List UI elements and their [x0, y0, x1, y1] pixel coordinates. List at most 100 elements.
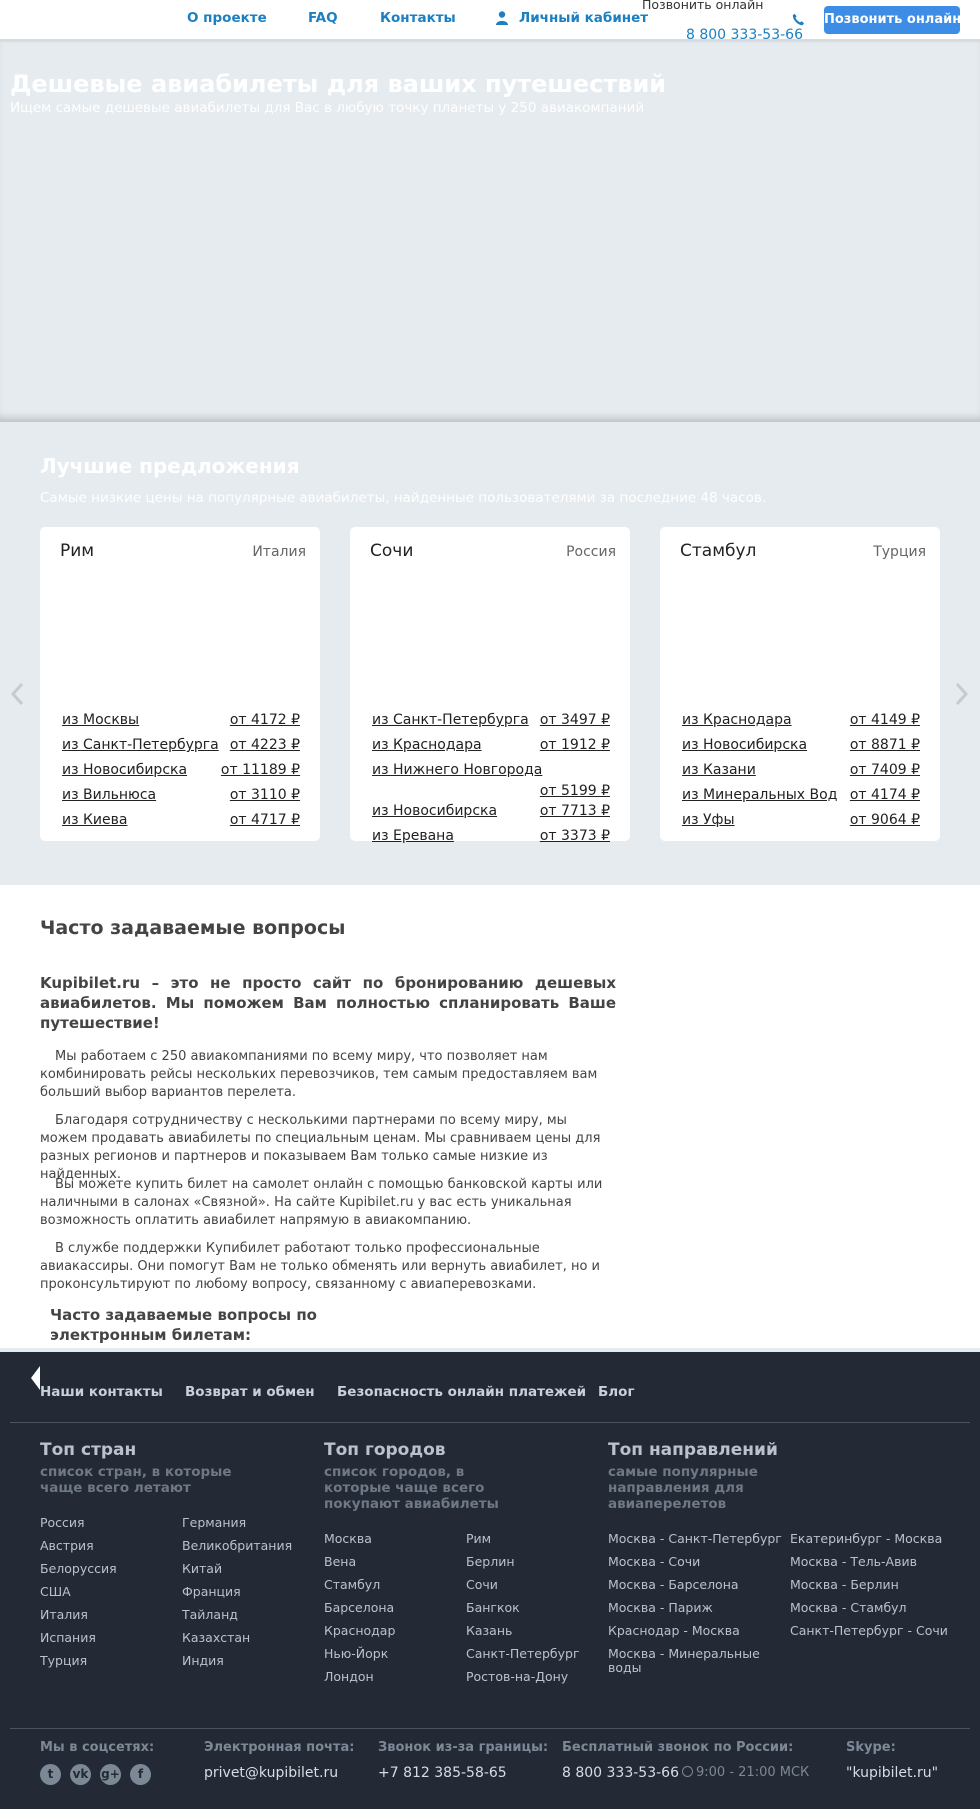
- vk-icon[interactable]: vk: [70, 1764, 91, 1785]
- route-price[interactable]: от 3110 ₽: [230, 787, 300, 803]
- route-from[interactable]: из Минеральных Вод: [682, 787, 837, 803]
- country-link[interactable]: Италия: [40, 1608, 88, 1622]
- country-link[interactable]: Белоруссия: [40, 1562, 117, 1576]
- route-price[interactable]: от 9064 ₽: [850, 812, 920, 828]
- nav-faq-link[interactable]: FAQ: [308, 10, 338, 26]
- direction-link[interactable]: Москва - Сочи: [608, 1555, 700, 1569]
- direction-link[interactable]: Екатеринбург - Москва: [790, 1532, 942, 1546]
- route-price[interactable]: от 3373 ₽: [540, 828, 610, 844]
- route-price[interactable]: от 4149 ₽: [850, 712, 920, 728]
- route-from[interactable]: из Новосибирска: [62, 762, 187, 778]
- country-link[interactable]: Казахстан: [182, 1631, 250, 1645]
- city-link[interactable]: Ростов-на-Дону: [466, 1670, 568, 1684]
- direction-link[interactable]: Москва - Минеральные воды: [608, 1647, 768, 1675]
- city-link[interactable]: Краснодар: [324, 1624, 395, 1638]
- city-link[interactable]: Нью-Йорк: [324, 1647, 388, 1661]
- offer-card-sochi[interactable]: Сочи Россия из Санкт-Петербурга от 3497 …: [350, 527, 630, 844]
- city-link[interactable]: Казань: [466, 1624, 512, 1638]
- footer-link-blog[interactable]: Блог: [598, 1384, 635, 1400]
- country-link[interactable]: Франция: [182, 1585, 241, 1599]
- direction-link[interactable]: Краснодар - Москва: [608, 1624, 740, 1638]
- chevron-left-icon[interactable]: [10, 682, 24, 706]
- direction-link[interactable]: Москва - Тель-Авив: [790, 1555, 917, 1569]
- direction-link[interactable]: Москва - Париж: [608, 1601, 713, 1615]
- route-from[interactable]: из Киева: [62, 812, 127, 828]
- nav-contacts-link[interactable]: Контакты: [380, 10, 456, 26]
- route-from[interactable]: из Вильнюса: [62, 787, 156, 803]
- footer-link-security[interactable]: Безопасность онлайн платежей: [337, 1384, 586, 1400]
- route-from[interactable]: из Уфы: [682, 812, 735, 828]
- direction-link[interactable]: Москва - Берлин: [790, 1578, 899, 1592]
- route-price[interactable]: от 4174 ₽: [850, 787, 920, 803]
- card-city: Рим: [60, 541, 95, 561]
- header-phone-number[interactable]: 8 800 333-53-66: [686, 27, 803, 43]
- city-link[interactable]: Лондон: [324, 1670, 374, 1684]
- chevron-right-icon[interactable]: [955, 682, 969, 706]
- city-link[interactable]: Санкт-Петербург: [466, 1647, 580, 1661]
- route-from[interactable]: из Санкт-Петербурга: [62, 737, 219, 753]
- offers-subtitle: Самые низкие цены на популярные авиабиле…: [40, 490, 767, 506]
- city-link[interactable]: Москва: [324, 1532, 372, 1546]
- direction-link[interactable]: Москва - Санкт-Петербург: [608, 1532, 782, 1546]
- city-link[interactable]: Сочи: [466, 1578, 498, 1592]
- offer-card-rome[interactable]: Рим Италия из Москвы от 4172 ₽ из Санкт-…: [40, 527, 320, 841]
- country-link[interactable]: Австрия: [40, 1539, 94, 1553]
- facebook-icon[interactable]: f: [130, 1764, 151, 1785]
- country-link[interactable]: США: [40, 1585, 71, 1599]
- route-price[interactable]: от 8871 ₽: [850, 737, 920, 753]
- route-price[interactable]: от 5199 ₽: [540, 783, 610, 799]
- route-price[interactable]: от 4717 ₽: [230, 812, 300, 828]
- intl-call-label: Звонок из-за границы:: [378, 1740, 549, 1755]
- route-from[interactable]: из Нижнего Новгорода: [372, 762, 542, 778]
- city-link[interactable]: Бангкок: [466, 1601, 520, 1615]
- city-link[interactable]: Стамбул: [324, 1578, 380, 1592]
- route-price[interactable]: от 3497 ₽: [540, 712, 610, 728]
- country-link[interactable]: Индия: [182, 1654, 224, 1668]
- city-link[interactable]: Берлин: [466, 1555, 515, 1569]
- route-price[interactable]: от 4172 ₽: [230, 712, 300, 728]
- country-link[interactable]: Германия: [182, 1516, 246, 1530]
- clock-icon: [682, 1766, 693, 1777]
- country-link[interactable]: Китай: [182, 1562, 222, 1576]
- route-from[interactable]: из Казани: [682, 762, 756, 778]
- call-online-button[interactable]: Позвонить онлайн: [824, 6, 961, 34]
- route-from[interactable]: из Краснодара: [682, 712, 792, 728]
- route-price[interactable]: от 11189 ₽: [221, 762, 300, 778]
- route-from[interactable]: из Москвы: [62, 712, 139, 728]
- free-call-label: Бесплатный звонок по России:: [562, 1740, 794, 1755]
- footer-link-contacts[interactable]: Наши контакты: [40, 1384, 163, 1400]
- city-link[interactable]: Барселона: [324, 1601, 394, 1615]
- country-link[interactable]: Испания: [40, 1631, 96, 1645]
- country-link[interactable]: Россия: [40, 1516, 85, 1530]
- country-link[interactable]: Тайланд: [182, 1608, 238, 1622]
- route-from[interactable]: из Краснодара: [372, 737, 482, 753]
- route-from[interactable]: из Новосибирска: [372, 803, 497, 819]
- email-link[interactable]: privet@kupibilet.ru: [204, 1765, 338, 1781]
- google-plus-icon[interactable]: g+: [100, 1764, 121, 1785]
- direction-link[interactable]: Москва - Стамбул: [790, 1601, 907, 1615]
- city-link[interactable]: Вена: [324, 1555, 356, 1569]
- city-link[interactable]: Рим: [466, 1532, 491, 1546]
- direction-link[interactable]: Санкт-Петербург - Сочи: [790, 1624, 948, 1638]
- country-link[interactable]: Великобритания: [182, 1539, 292, 1553]
- route-price[interactable]: от 7409 ₽: [850, 762, 920, 778]
- skype-value[interactable]: "kupibilet.ru": [846, 1765, 938, 1781]
- route-from[interactable]: из Новосибирска: [682, 737, 807, 753]
- intl-phone[interactable]: +7 812 385-58-65: [378, 1765, 507, 1781]
- country-link[interactable]: Турция: [40, 1654, 87, 1668]
- route-price[interactable]: от 1912 ₽: [540, 737, 610, 753]
- card-country: Италия: [252, 544, 306, 560]
- offer-card-istanbul[interactable]: Стамбул Турция из Краснодара от 4149 ₽ и…: [660, 527, 940, 841]
- footer-link-refund[interactable]: Возврат и обмен: [185, 1384, 315, 1400]
- route-price[interactable]: от 4223 ₽: [230, 737, 300, 753]
- faq-paragraph: Вы можете купить билет на самолет онлайн…: [40, 1177, 603, 1228]
- free-phone[interactable]: 8 800 333-53-66: [562, 1765, 679, 1781]
- best-offers-section: Лучшие предложения Самые низкие цены на …: [0, 422, 980, 885]
- route-price[interactable]: от 7713 ₽: [540, 803, 610, 819]
- twitter-icon[interactable]: t: [40, 1764, 61, 1785]
- direction-link[interactable]: Москва - Барселона: [608, 1578, 739, 1592]
- nav-cabinet-link[interactable]: Личный кабинет: [519, 10, 648, 26]
- nav-about-link[interactable]: О проекте: [187, 10, 267, 26]
- route-from[interactable]: из Санкт-Петербурга: [372, 712, 529, 728]
- route-from[interactable]: из Еревана: [372, 828, 454, 844]
